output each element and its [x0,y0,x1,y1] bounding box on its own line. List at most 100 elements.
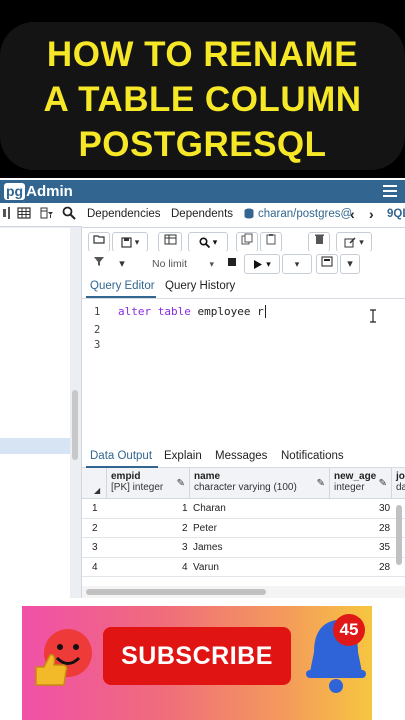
column-header-empid[interactable]: empid [PK] integer ✎ [107,468,190,499]
filter-rows-icon[interactable] [38,206,56,224]
table-row[interactable]: 4 4 Varun 28 [82,558,405,577]
logo-pg: pg [4,183,26,200]
table-row[interactable]: 2 2 Peter 28 [82,519,405,538]
tab-scroll-left-icon[interactable]: ‹ [350,206,355,222]
cell-name[interactable]: Varun [193,562,219,573]
tab-scroll-right-icon[interactable]: › [369,206,374,222]
tree-selected-row[interactable] [0,438,70,454]
active-tab-indicator [86,296,156,298]
column-header-new-age[interactable]: new_age integer ✎ [330,468,392,499]
tab-query-history[interactable]: Query History [165,280,235,292]
filter-dropdown-icon[interactable]: ▾ [112,254,132,274]
menu-icon[interactable] [383,185,397,198]
find-button[interactable]: ▾ [188,232,228,252]
line-number: 2 [94,324,101,336]
tab-data-output[interactable]: Data Output [90,450,152,462]
keyword-table: table [157,305,191,318]
pencil-icon[interactable]: ✎ [317,478,325,489]
save-file-button[interactable]: ▾ [112,232,148,252]
tab-query-editor[interactable]: Query Editor [90,280,155,292]
tab-messages[interactable]: Messages [215,450,267,462]
row-number: 2 [92,522,98,534]
cell-empid[interactable]: 1 [182,503,188,514]
sort-corner-icon: ◢ [94,486,101,495]
cell-new-age[interactable]: 35 [379,542,390,553]
column-type: da [396,482,405,493]
column-header-joined[interactable]: joi da [392,468,405,499]
table-icon[interactable] [15,206,33,224]
row-number: 4 [92,561,98,573]
tab-notifications[interactable]: Notifications [281,450,344,462]
cell-name[interactable]: Peter [193,523,217,534]
row-number-header[interactable]: ◢ [82,468,107,499]
text-cursor-icon [370,309,376,323]
stop-icon[interactable] [222,254,242,274]
cell-new-age[interactable]: 30 [379,503,390,514]
table-row[interactable]: 3 3 James 35 [82,538,405,558]
commit-icon[interactable] [316,254,338,274]
scrollbar-thumb[interactable] [86,589,266,595]
row-number: 3 [92,542,98,553]
banner-title: HOW TO RENAME A TABLE COLUMN POSTGRESQL [0,32,405,167]
row-number: 1 [92,503,98,514]
database-icon [244,208,254,222]
data-grid: ◢ empid [PK] integer ✎ name character va… [82,468,405,586]
object-browser-toolbar [0,203,82,227]
column-name: name [194,471,221,482]
tab-dependencies[interactable]: Dependencies [87,208,161,220]
banner-title-line-2: A TABLE COLUMN [43,80,362,119]
editor-tabs: Query Editor Query History [82,277,405,299]
keyword-alter: alter [118,305,152,318]
code-line-1[interactable]: alter table employee r [118,305,266,318]
sql-editor[interactable]: 1 2 3 alter table employee r [82,300,405,443]
results-tabs: Data Output Explain Messages Notificatio… [82,446,405,468]
thumbs-up-emoji-icon [30,625,102,697]
tab-overflow[interactable]: 9QL [387,208,405,220]
grid-vertical-scrollbar[interactable] [396,505,402,565]
cell-new-age[interactable]: 28 [379,523,390,534]
cell-empid[interactable]: 3 [182,542,188,553]
title-banner: HOW TO RENAME A TABLE COLUMN POSTGRESQL [0,0,405,178]
chevron-down-icon: ▾ [209,259,214,269]
edit-button[interactable]: ▾ [336,232,372,252]
row-limit-select[interactable]: No limit ▾ [144,254,216,274]
pencil-icon[interactable]: ✎ [379,478,387,489]
pencil-icon[interactable]: ✎ [177,478,185,489]
line-number: 1 [94,306,101,318]
cell-name[interactable]: James [193,542,222,553]
filter-icon[interactable] [88,254,110,274]
table-row[interactable]: 1 1 Charan 30 [82,499,405,519]
search-icon[interactable] [60,206,78,224]
tab-dependents[interactable]: Dependents [171,208,233,220]
code-text: employee r [190,305,264,318]
tree-scrollbar[interactable] [72,390,78,460]
tab-explain[interactable]: Explain [164,450,202,462]
line-number-gutter: 1 2 3 [82,300,112,443]
tab-query-tool[interactable]: charan/postgres@ [258,208,352,220]
explain-button[interactable]: ▾ [282,254,312,274]
object-tree[interactable] [0,228,70,598]
grid-horizontal-scrollbar[interactable] [82,586,405,598]
cell-empid[interactable]: 2 [182,523,188,534]
line-number: 3 [94,339,101,351]
copy-icon[interactable] [236,232,258,252]
delete-icon[interactable] [308,232,330,252]
column-header-name[interactable]: name character varying (100) ✎ [190,468,330,499]
subscribe-button[interactable]: SUBSCRIBE [103,627,291,685]
logo-admin: Admin [26,183,73,200]
tab-bar: Dependencies Dependents charan/postgres@… [82,203,405,228]
query-toolbar-bottom: ▾ No limit ▾ ▾ ▾ ▾ [82,251,405,277]
cell-empid[interactable]: 4 [182,562,188,573]
edit-table-icon[interactable] [158,232,182,252]
banner-title-line-1: HOW TO RENAME [46,35,359,74]
column-name: joi [396,471,405,482]
cell-new-age[interactable]: 28 [379,562,390,573]
app-header: pg Admin [0,180,405,203]
pgadmin-logo[interactable]: pg Admin [4,182,73,201]
macros-dropdown-icon[interactable]: ▾ [340,254,360,274]
cell-name[interactable]: Charan [193,503,226,514]
paste-icon[interactable] [260,232,282,252]
open-file-icon[interactable] [88,232,110,252]
execute-button[interactable]: ▾ [244,254,280,274]
row-limit-value: No limit [152,258,188,270]
